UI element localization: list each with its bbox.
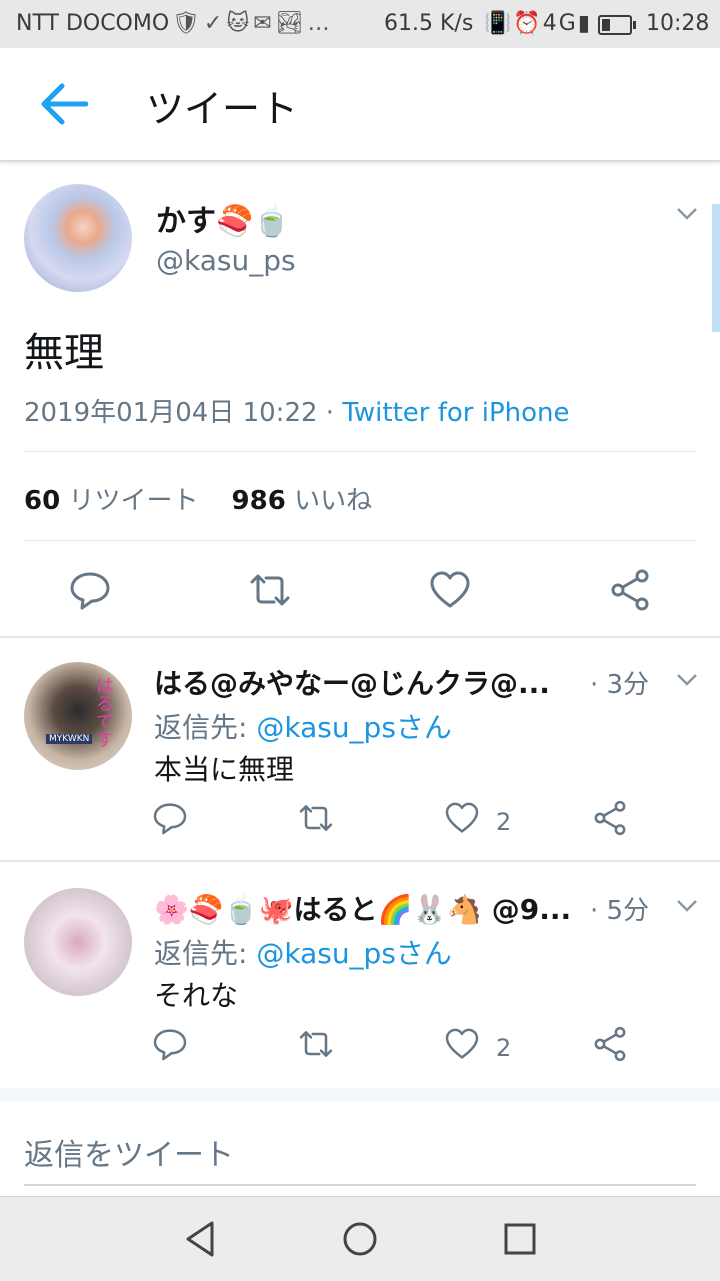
share-icon[interactable]	[590, 798, 630, 838]
battery-icon	[598, 15, 636, 35]
section-divider	[0, 636, 720, 638]
chevron-down-icon[interactable]	[676, 206, 698, 220]
section-divider	[0, 1088, 720, 1102]
reply-icon[interactable]	[66, 566, 114, 614]
divider	[24, 540, 696, 541]
system-status-icons: 📳⏰4G▮	[484, 11, 592, 36]
share-icon[interactable]	[606, 566, 654, 614]
author-handle[interactable]: @kasu_ps	[156, 244, 296, 277]
reply-text: 本当に無理	[154, 753, 295, 786]
notification-icons: 🛡✓🐱✉🏞…	[172, 11, 334, 36]
tweet-meta: 2019年01月04日 10:22 · Twitter for iPhone	[24, 392, 570, 429]
reply-to-handle[interactable]: @kasu_psさん	[256, 937, 452, 970]
app-bar: ツイート	[0, 48, 720, 162]
scroll-indicator[interactable]	[712, 204, 720, 332]
carrier-name: NTT DOCOMO	[16, 11, 170, 36]
nav-home-icon[interactable]	[336, 1215, 384, 1263]
avatar-tag-text: MYKWKN	[46, 734, 93, 744]
like-icon[interactable]	[442, 798, 482, 838]
retweet-icon[interactable]	[296, 798, 336, 838]
page-title: ツイート	[146, 87, 299, 131]
author-avatar[interactable]	[24, 184, 132, 292]
divider	[24, 451, 696, 452]
reply-icon[interactable]	[150, 798, 190, 838]
chevron-down-icon[interactable]	[676, 898, 698, 912]
like-count[interactable]: 2	[496, 808, 511, 836]
nav-recents-icon[interactable]	[496, 1215, 544, 1263]
share-icon[interactable]	[590, 1024, 630, 1064]
meta-separator: ·	[317, 398, 343, 428]
reply-to-prefix: 返信先:	[154, 711, 257, 744]
reply-icon[interactable]	[150, 1024, 190, 1064]
reply-time: · 3分	[590, 670, 650, 700]
tweet-source-link[interactable]: Twitter for iPhone	[342, 398, 569, 428]
reply-time: · 5分	[590, 896, 650, 926]
network-speed: 61.5 K/s	[384, 11, 474, 36]
like-icon[interactable]	[426, 566, 474, 614]
tweet-text: 無理	[24, 330, 104, 376]
section-divider	[0, 860, 720, 862]
author-display-name[interactable]: かす🍣🍵	[156, 196, 291, 240]
reply-avatar[interactable]	[24, 888, 132, 996]
reply-to: 返信先: @kasu_psさん	[154, 706, 452, 746]
clock: 10:28	[646, 11, 710, 36]
tweet-stats: 60 リツイート 986 いいね	[24, 480, 372, 517]
back-arrow-icon[interactable]	[40, 82, 89, 126]
avatar-overlay-text: はるです	[93, 676, 114, 748]
reply-to-handle[interactable]: @kasu_psさん	[256, 711, 452, 744]
retweet-count[interactable]: 60	[24, 486, 60, 516]
like-count[interactable]: 2	[496, 1034, 511, 1062]
reply-to-prefix: 返信先:	[154, 937, 257, 970]
reply-display-name[interactable]: はる@みやなー@じんクラ@...	[154, 662, 564, 702]
like-count[interactable]: 986	[232, 486, 286, 516]
reply-composer-input[interactable]: 返信をツイート	[24, 1130, 234, 1174]
chevron-down-icon[interactable]	[676, 672, 698, 686]
status-bar: NTT DOCOMO 🛡✓🐱✉🏞… 61.5 K/s 📳⏰4G▮ 10:28	[0, 0, 720, 48]
retweet-icon[interactable]	[296, 1024, 336, 1064]
reply-to: 返信先: @kasu_psさん	[154, 932, 452, 972]
reply-text: それな	[154, 979, 239, 1012]
reply-display-name[interactable]: 🌸🍣🍵🐙はると🌈🐰🐴 @9...	[154, 888, 580, 928]
like-icon[interactable]	[442, 1024, 482, 1064]
reply-avatar[interactable]: MYKWKN はるです	[24, 662, 132, 770]
retweet-label[interactable]: リツイート	[68, 486, 198, 516]
retweet-icon[interactable]	[246, 566, 294, 614]
like-label[interactable]: いいね	[294, 486, 372, 516]
nav-back-icon[interactable]	[176, 1215, 224, 1263]
composer-underline	[24, 1184, 696, 1186]
tweet-date: 2019年01月04日 10:22	[24, 398, 318, 428]
system-nav-bar	[0, 1196, 720, 1281]
